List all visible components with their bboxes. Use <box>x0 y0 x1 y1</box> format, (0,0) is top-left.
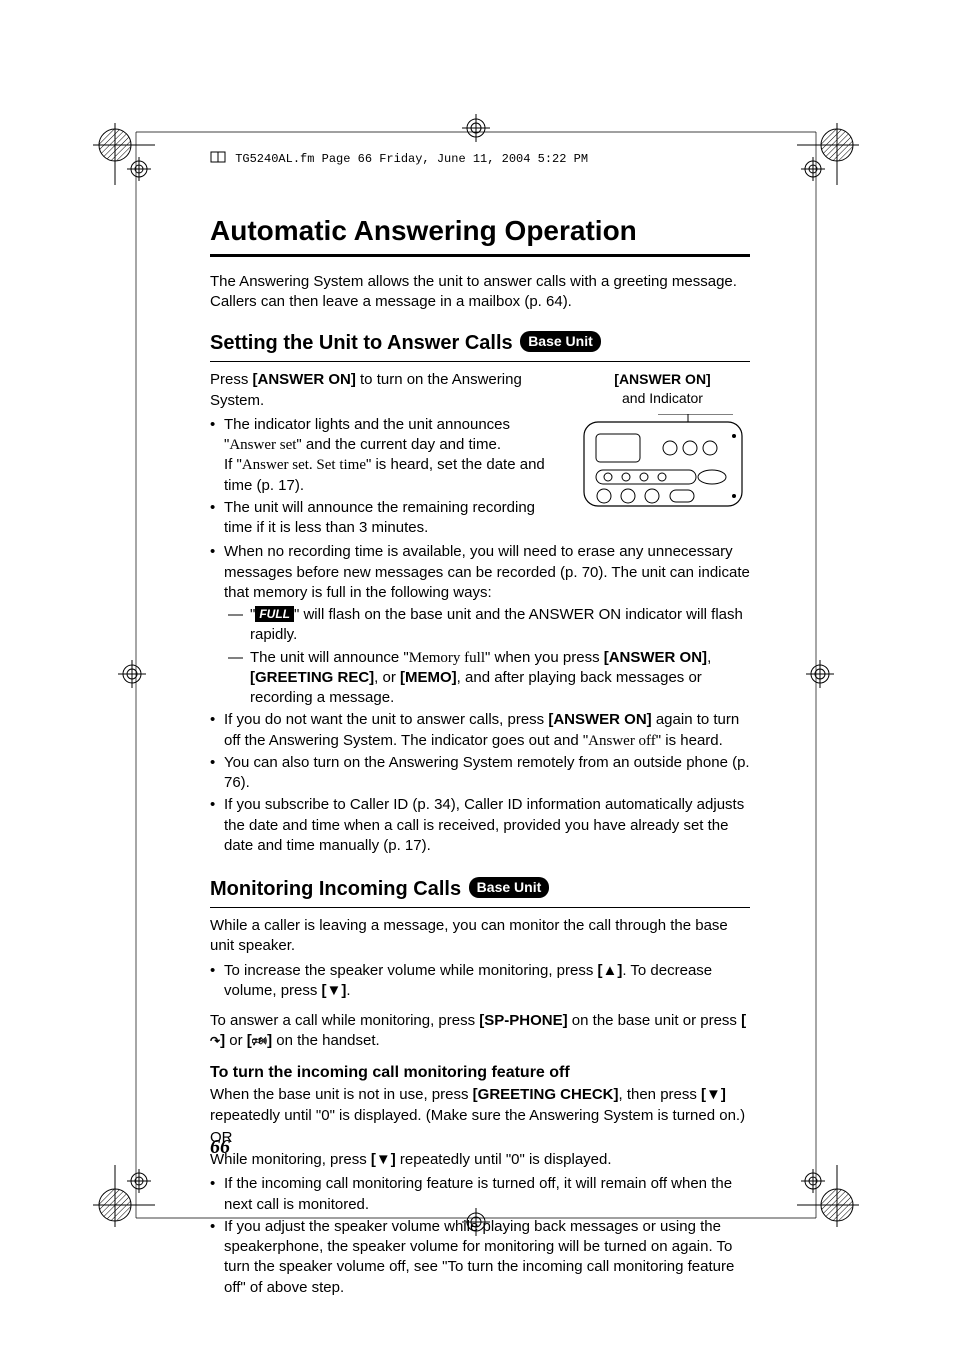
section1-title-text: Setting the Unit to Answer Calls <box>210 332 513 354</box>
frame-header: TG5240AL.fm Page 66 Friday, June 11, 200… <box>210 150 750 167</box>
bullet-turn-off: If you do not want the unit to answer ca… <box>210 710 750 751</box>
bullet-remote: You can also turn on the Answering Syste… <box>210 753 750 794</box>
turn-off-para1: When the base unit is not in use, press … <box>210 1085 750 1126</box>
callout-key: [ANSWER ON] <box>614 371 710 387</box>
talk-icon: ↷ <box>210 1033 220 1049</box>
header-text: TG5240AL.fm Page 66 Friday, June 11, 200… <box>235 152 588 166</box>
section2-rule <box>210 907 750 908</box>
bullet-remaining-time: The unit will announce the remaining rec… <box>210 498 555 539</box>
callout-sub: and Indicator <box>622 390 703 406</box>
section2-intro: While a caller is leaving a message, you… <box>210 916 750 957</box>
turn-off-para2: While monitoring, press [▼] repeatedly u… <box>210 1150 750 1170</box>
base-unit-badge-2: Base Unit <box>469 877 550 898</box>
bullet-remains-off: If the incoming call monitoring feature … <box>210 1174 750 1215</box>
bullet-adjust-volume: If you adjust the speaker volume while p… <box>210 1217 750 1298</box>
page-content: TG5240AL.fm Page 66 Friday, June 11, 200… <box>210 150 750 1300</box>
section-setting-title: Setting the Unit to Answer Calls Base Un… <box>210 330 750 357</box>
or-text: OR <box>210 1128 750 1148</box>
page-number: 66 <box>210 1134 230 1161</box>
base-unit-illustration <box>578 414 748 514</box>
turn-off-subhead: To turn the incoming call monitoring fea… <box>210 1062 750 1084</box>
section1-body: Press [ANSWER ON] to turn on the Answeri… <box>210 370 555 540</box>
section2-title-text: Monitoring Incoming Calls <box>210 878 461 900</box>
bullet-callerid: If you subscribe to Caller ID (p. 34), C… <box>210 795 750 856</box>
base-unit-badge: Base Unit <box>520 331 601 352</box>
section-monitoring-title: Monitoring Incoming Calls Base Unit <box>210 876 750 903</box>
device-callout: [ANSWER ON] and Indicator <box>575 370 750 540</box>
answer-call-para: To answer a call while monitoring, press… <box>210 1011 750 1052</box>
bullet-no-recording-time: When no recording time is available, you… <box>210 542 750 708</box>
press-instruction: Press [ANSWER ON] to turn on the Answeri… <box>210 370 555 411</box>
section-rule <box>210 361 750 362</box>
bullet-indicator: The indicator lights and the unit announ… <box>210 415 555 496</box>
answer-on-key: [ANSWER ON] <box>253 371 356 388</box>
dash-memory-full: The unit will announce "Memory full" whe… <box>224 648 750 709</box>
page-title: Automatic Answering Operation <box>210 212 750 250</box>
full-badge: FULL <box>255 606 294 622</box>
bullet-volume: To increase the speaker volume while mon… <box>210 961 750 1002</box>
dash-full-flash: "FULL" will flash on the base unit and t… <box>224 605 750 646</box>
speaker-icon: 🕬 <box>252 1033 267 1049</box>
intro-paragraph: The Answering System allows the unit to … <box>210 272 750 313</box>
title-rule <box>210 254 750 257</box>
book-icon <box>210 150 228 164</box>
